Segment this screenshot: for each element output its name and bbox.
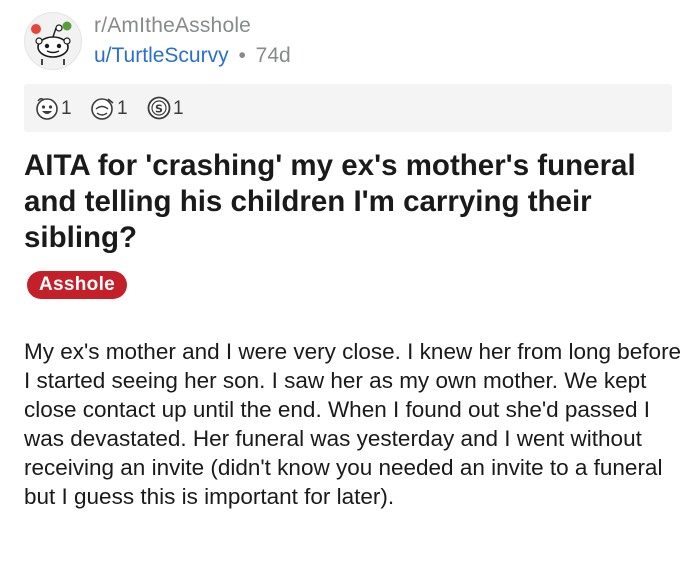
post-title[interactable]: AITA for 'crashing' my ex's mother's fun… xyxy=(24,148,684,256)
post-age: 74d xyxy=(255,44,291,67)
post-flair[interactable]: Asshole xyxy=(27,271,128,299)
post-header: r/AmItheAsshole u/TurtleScurvy • 74d xyxy=(24,12,684,72)
post-body: My ex's mother and I were very close. I … xyxy=(24,339,682,509)
award-count: 1 xyxy=(173,98,184,119)
helpful-award-icon xyxy=(91,98,114,120)
award-count: 1 xyxy=(61,98,72,119)
award-count: 1 xyxy=(117,98,128,119)
snoo-icon xyxy=(31,21,72,65)
subreddit-name[interactable]: r/AmItheAsshole xyxy=(94,14,251,38)
byline-separator: • xyxy=(238,44,246,67)
author-username[interactable]: u/TurtleScurvy xyxy=(94,44,229,67)
svg-text:S: S xyxy=(155,103,163,116)
subreddit-avatar[interactable] xyxy=(24,12,82,70)
post-byline: u/TurtleScurvy • 74d xyxy=(94,44,291,68)
awards-bar[interactable]: 1 1 S 1 xyxy=(24,84,672,132)
wholesome-award-icon xyxy=(36,98,58,120)
silver-award-icon: S xyxy=(147,96,171,120)
